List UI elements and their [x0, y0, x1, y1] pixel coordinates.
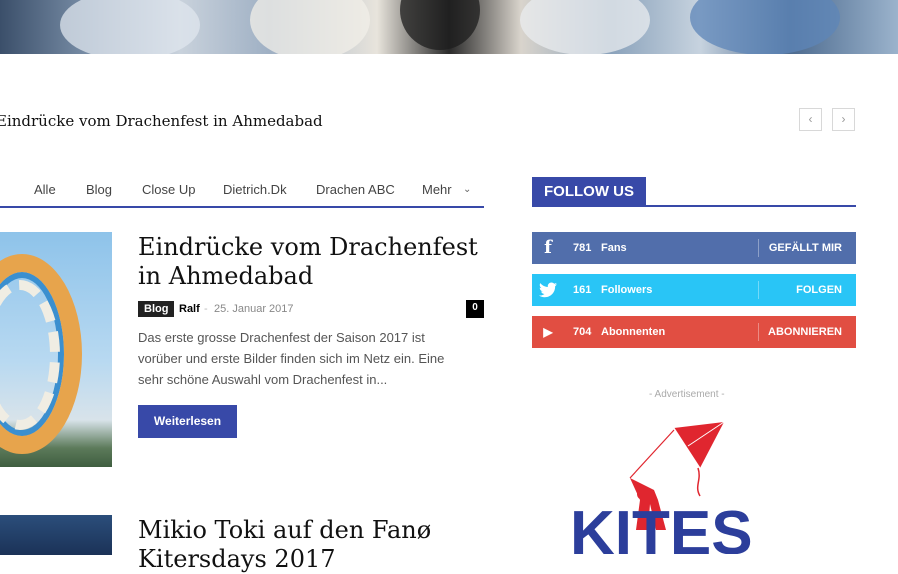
facebook-label: Fans [601, 242, 627, 254]
category-tabs: Alle Blog Close Up Dietrich.Dk Drachen A… [0, 182, 484, 208]
svg-text:KITES: KITES [570, 499, 753, 554]
divider [758, 323, 759, 341]
advertisement-label: - Advertisement - [649, 389, 725, 400]
category-badge[interactable]: Blog [138, 301, 175, 317]
post-thumbnail[interactable] [0, 515, 112, 555]
tab-close-up[interactable]: Close Up [142, 182, 195, 197]
chevron-down-icon[interactable]: ⌄ [463, 184, 471, 195]
comment-count-badge[interactable]: 0 [466, 300, 484, 318]
meta-separator: - [204, 303, 208, 315]
twitter-icon [532, 274, 564, 306]
prev-arrow-button[interactable]: ‹ [799, 108, 822, 131]
next-arrow-button[interactable]: › [832, 108, 855, 131]
post-title[interactable]: Eindrücke vom Drachenfest in Ahmedabad [138, 233, 483, 291]
follow-us-title: FOLLOW US [532, 177, 646, 205]
post-thumbnail[interactable] [0, 232, 112, 467]
twitter-count: 161 [573, 284, 592, 296]
tab-mehr[interactable]: Mehr [422, 182, 452, 197]
youtube-label: Abonnenten [601, 326, 666, 338]
hero-image [0, 0, 898, 54]
post-author[interactable]: Ralf [179, 303, 200, 315]
post-excerpt: Das erste grosse Drachenfest der Saison … [138, 330, 445, 387]
facebook-icon: f [544, 237, 552, 258]
divider [758, 239, 759, 257]
facebook-row[interactable]: f 781 Fans GEFÄLLT MIR [532, 232, 856, 264]
youtube-row[interactable]: ▶ 704 Abonnenten ABONNIEREN [532, 316, 856, 348]
read-more-button[interactable]: Weiterlesen [138, 405, 237, 438]
tab-blog[interactable]: Blog [86, 182, 112, 197]
facebook-like-button[interactable]: GEFÄLLT MIR [769, 242, 842, 254]
tab-drachen-abc[interactable]: Drachen ABC [316, 182, 395, 197]
breadcrumb[interactable]: Eindrücke vom Drachenfest in Ahmedabad [0, 112, 323, 130]
youtube-icon: ▶ [543, 325, 553, 339]
advertisement-banner[interactable]: KITES [570, 420, 820, 568]
facebook-count: 781 [573, 242, 592, 254]
twitter-follow-button[interactable]: FOLGEN [796, 284, 842, 296]
divider [758, 281, 759, 299]
tab-alle[interactable]: Alle [34, 182, 56, 197]
kites-logo: KITES [570, 421, 753, 568]
youtube-subscribe-button[interactable]: ABONNIEREN [768, 326, 842, 338]
twitter-row[interactable]: 161 Followers FOLGEN [532, 274, 856, 306]
youtube-count: 704 [573, 326, 592, 338]
twitter-label: Followers [601, 284, 653, 296]
post-date: 25. Januar 2017 [214, 303, 294, 315]
post-title[interactable]: Mikio Toki auf den Fanø Kitersdays 2017 [138, 516, 483, 574]
follow-us-header: FOLLOW US [532, 177, 856, 207]
tab-dietrich-dk[interactable]: Dietrich.Dk [223, 182, 287, 197]
